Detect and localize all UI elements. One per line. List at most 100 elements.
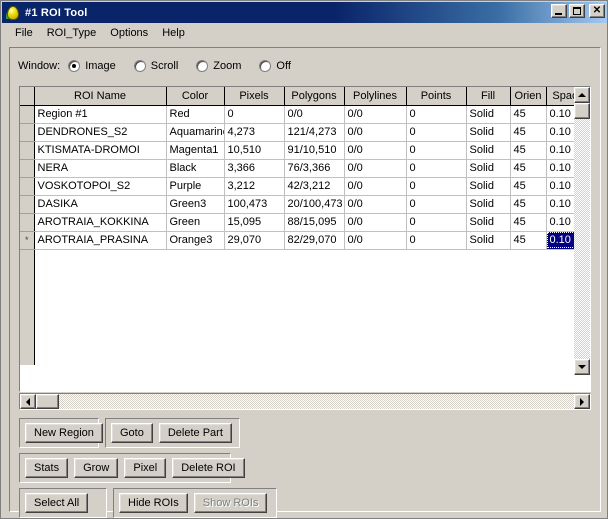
cell-color[interactable]: Purple: [166, 177, 225, 196]
table-row[interactable]: AROTRAIA_KOKKINA Green 15,095 88/15,095 0/0 0…: [20, 213, 590, 232]
hide-rois-button[interactable]: Hide ROIs: [119, 493, 188, 513]
cell-fill[interactable]: Solid: [466, 105, 511, 124]
menu-item-options[interactable]: Options: [103, 25, 155, 41]
cell-points[interactable]: 0: [406, 123, 467, 142]
delete-roi-button[interactable]: Delete ROI: [172, 458, 245, 478]
cell-polylines[interactable]: 0/0: [344, 141, 407, 160]
row-header-cell[interactable]: *: [20, 231, 35, 250]
cell-polylines[interactable]: 0/0: [344, 159, 407, 178]
table-row[interactable]: DASIKA Green3 100,473 20/100,473 0/0 0 Solid 45…: [20, 195, 590, 214]
cell-polylines[interactable]: 0/0: [344, 105, 407, 124]
cell-pixels[interactable]: 15,095: [224, 213, 285, 232]
cell-polygons[interactable]: 88/15,095: [284, 213, 345, 232]
radio-window-off[interactable]: Off: [259, 60, 291, 72]
cell-fill[interactable]: Solid: [466, 177, 511, 196]
table-row[interactable]: DENDRONES_S2 Aquamarine 4,273 121/4,273 0/0 0…: [20, 123, 590, 142]
maximize-button[interactable]: [569, 4, 585, 18]
close-button[interactable]: ✕: [589, 4, 605, 18]
row-header-cell[interactable]: [20, 105, 35, 124]
cell-color[interactable]: Aquamarine: [166, 123, 225, 142]
menu-item-roi-type[interactable]: ROI_Type: [40, 25, 104, 41]
cell-polylines[interactable]: 0/0: [344, 231, 407, 250]
cell-polygons[interactable]: 76/3,366: [284, 159, 345, 178]
cell-pixels[interactable]: 100,473: [224, 195, 285, 214]
col-header-polylines[interactable]: Polylines: [344, 87, 407, 106]
scroll-up-button[interactable]: [574, 87, 590, 103]
scroll-left-button[interactable]: [20, 394, 36, 409]
cell-pixels[interactable]: 3,212: [224, 177, 285, 196]
cell-roi-name[interactable]: DENDRONES_S2: [34, 123, 167, 142]
cell-pixels[interactable]: 29,070: [224, 231, 285, 250]
vertical-scroll-thumb[interactable]: [574, 103, 590, 119]
cell-fill[interactable]: Solid: [466, 141, 511, 160]
cell-orien[interactable]: 45: [510, 105, 547, 124]
horizontal-scroll-track[interactable]: [20, 394, 590, 409]
horizontal-scrollbar[interactable]: [19, 393, 591, 410]
cell-color[interactable]: Green3: [166, 195, 225, 214]
cell-points[interactable]: 0: [406, 231, 467, 250]
cell-orien[interactable]: 45: [510, 213, 547, 232]
cell-orien[interactable]: 45: [510, 123, 547, 142]
row-header-cell[interactable]: [20, 195, 35, 214]
row-header-cell[interactable]: [20, 159, 35, 178]
cell-color[interactable]: Magenta1: [166, 141, 225, 160]
table-row[interactable]: VOSKOTOPOI_S2 Purple 3,212 42/3,212 0/0 0 Soli…: [20, 177, 590, 196]
cell-points[interactable]: 0: [406, 213, 467, 232]
grow-button[interactable]: Grow: [74, 458, 119, 478]
cell-color[interactable]: Orange3: [166, 231, 225, 250]
radio-window-image[interactable]: Image: [68, 60, 116, 72]
cell-roi-name[interactable]: NERA: [34, 159, 167, 178]
cell-fill[interactable]: Solid: [466, 231, 511, 250]
minimize-button[interactable]: [551, 4, 567, 18]
cell-orien[interactable]: 45: [510, 177, 547, 196]
vertical-scrollbar[interactable]: [574, 87, 590, 375]
row-header-cell[interactable]: [20, 123, 35, 142]
cell-roi-name[interactable]: VOSKOTOPOI_S2: [34, 177, 167, 196]
table-row[interactable]: * AROTRAIA_PRASINA Orange3 29,070 82/29,070 0…: [20, 231, 590, 250]
stats-button[interactable]: Stats: [25, 458, 69, 478]
horizontal-scroll-thumb[interactable]: [36, 394, 59, 409]
row-header-cell[interactable]: [20, 213, 35, 232]
cell-polygons[interactable]: 91/10,510: [284, 141, 345, 160]
menu-item-file[interactable]: File: [8, 25, 40, 41]
title-bar[interactable]: #1 ROI Tool ✕: [2, 2, 607, 23]
cell-fill[interactable]: Solid: [466, 159, 511, 178]
radio-window-scroll[interactable]: Scroll: [133, 60, 178, 72]
cell-points[interactable]: 0: [406, 195, 467, 214]
delete-part-button[interactable]: Delete Part: [158, 423, 232, 443]
cell-points[interactable]: 0: [406, 105, 467, 124]
cell-roi-name[interactable]: AROTRAIA_KOKKINA: [34, 213, 167, 232]
cell-color[interactable]: Green: [166, 213, 225, 232]
cell-polygons[interactable]: 82/29,070: [284, 231, 345, 250]
table-row[interactable]: KTISMATA-DROMOI Magenta1 10,510 91/10,510 0/…: [20, 141, 590, 160]
cell-polygons[interactable]: 0/0: [284, 105, 345, 124]
col-header-color[interactable]: Color: [166, 87, 225, 106]
cell-color[interactable]: Black: [166, 159, 225, 178]
cell-fill[interactable]: Solid: [466, 123, 511, 142]
goto-button[interactable]: Goto: [111, 423, 153, 443]
cell-points[interactable]: 0: [406, 159, 467, 178]
row-header-cell[interactable]: [20, 177, 35, 196]
cell-polylines[interactable]: 0/0: [344, 177, 407, 196]
cell-polygons[interactable]: 121/4,273: [284, 123, 345, 142]
pixel-button[interactable]: Pixel: [124, 458, 167, 478]
col-header-polygons[interactable]: Polygons: [284, 87, 345, 106]
cell-points[interactable]: 0: [406, 177, 467, 196]
cell-orien[interactable]: 45: [510, 195, 547, 214]
cell-polylines[interactable]: 0/0: [344, 123, 407, 142]
cell-polygons[interactable]: 20/100,473: [284, 195, 345, 214]
cell-orien[interactable]: 45: [510, 141, 547, 160]
cell-pixels[interactable]: 10,510: [224, 141, 285, 160]
new-region-button[interactable]: New Region: [25, 423, 103, 443]
table-row[interactable]: Region #1 Red 0 0/0 0/0 0 Solid 45 0.10: [20, 105, 590, 124]
col-header-fill[interactable]: Fill: [466, 87, 511, 106]
cell-color[interactable]: Red: [166, 105, 225, 124]
cell-orien[interactable]: 45: [510, 159, 547, 178]
cell-orien[interactable]: 45: [510, 231, 547, 250]
cell-polylines[interactable]: 0/0: [344, 195, 407, 214]
cell-roi-name[interactable]: KTISMATA-DROMOI: [34, 141, 167, 160]
scroll-right-button[interactable]: [574, 394, 590, 409]
cell-roi-name[interactable]: DASIKA: [34, 195, 167, 214]
radio-window-zoom[interactable]: Zoom: [196, 60, 241, 72]
cell-polygons[interactable]: 42/3,212: [284, 177, 345, 196]
